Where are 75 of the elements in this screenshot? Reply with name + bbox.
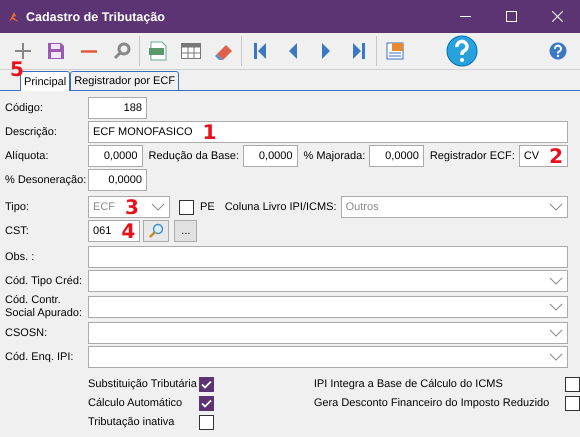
field-label: Cód. Tipo Créd: (5, 274, 84, 288)
minus-icon (80, 50, 98, 52)
more-button[interactable]: ... (174, 220, 198, 242)
checkmark-icon (200, 398, 212, 408)
field-label: Registrador ECF: (430, 150, 515, 162)
input-field[interactable]: 061 4 (88, 220, 140, 242)
checkbox-label: Cálculo Automático (88, 397, 182, 409)
chevron-down-icon (549, 353, 563, 361)
text-file-icon (148, 41, 166, 61)
chevron-down-icon (549, 303, 563, 311)
input-field[interactable]: CV 2 (518, 145, 568, 167)
input-field[interactable]: 0,0000 (88, 169, 147, 191)
chevron-down-icon (549, 203, 563, 211)
tab[interactable]: Registrador por ECF (70, 71, 180, 90)
chevron-down-icon (549, 277, 563, 285)
next-icon (320, 42, 332, 60)
checkmark-icon (200, 380, 212, 388)
annotation-number: 4 (121, 221, 136, 241)
previous-icon (286, 42, 298, 60)
checkbox-label: Gera Desconto Financeiro do Imposto Reduzido (314, 397, 550, 409)
search-button[interactable] (143, 220, 170, 242)
window-title: Cadastro de Tributação (26, 10, 166, 24)
app-logo-icon (8, 10, 20, 22)
chevron-down-icon (151, 203, 165, 211)
log-icon (386, 42, 404, 60)
field-label: Descrição: (5, 126, 58, 138)
maximize-icon (506, 11, 516, 22)
field-label: PE (200, 201, 215, 213)
checkbox[interactable] (565, 376, 580, 392)
input-field[interactable]: 0,0000 (88, 145, 143, 167)
field-label: Coluna Livro IPI/ICMS: (224, 201, 337, 213)
field-label: Cód. Contr. Social Apurado: (5, 294, 84, 320)
field-label: Redução da Base: (148, 150, 240, 162)
input-field[interactable]: 188 (88, 97, 147, 119)
dropdown[interactable] (88, 296, 568, 318)
field-label: Código: (5, 102, 44, 114)
input-field[interactable] (88, 246, 568, 268)
last-icon (352, 42, 366, 60)
annotation-number: 2 (549, 146, 564, 166)
magnifier-icon (148, 223, 164, 239)
field-label: Cód. Enq. IPI: (5, 350, 74, 364)
annotation-number: 1 (202, 122, 217, 142)
checkbox[interactable] (198, 376, 214, 392)
close-icon (552, 11, 562, 22)
checkbox-label: Substituição Tributária (88, 378, 197, 390)
checkbox-label: IPI Integra a Base de Cálculo do ICMS (314, 378, 503, 390)
checkbox[interactable] (565, 396, 580, 410)
help-icon (548, 42, 566, 60)
help-icon (446, 35, 478, 67)
field-label: Obs. : (5, 251, 36, 263)
search-icon (112, 42, 130, 60)
field-label: Alíquota: (5, 150, 50, 162)
dropdown[interactable] (88, 322, 568, 344)
chevron-down-icon (549, 329, 563, 337)
save-icon (46, 42, 64, 60)
checkbox[interactable] (198, 414, 214, 430)
input-field[interactable]: ECF MONOFASICO 1 (88, 121, 568, 143)
dropdown[interactable] (88, 270, 568, 292)
checkbox-label: Tributação inativa (88, 416, 174, 428)
first-icon (252, 42, 266, 60)
dropdown[interactable] (88, 346, 568, 368)
table-icon (180, 43, 200, 59)
annotation-number: 3 (125, 197, 139, 217)
eraser-icon (214, 42, 234, 60)
checkbox[interactable] (198, 396, 214, 410)
input-field[interactable]: 0,0000 (369, 145, 424, 167)
field-label: CSOSN: (5, 326, 48, 340)
field-label: % Majorada: (304, 150, 366, 162)
input-field[interactable]: 0,0000 (243, 145, 298, 167)
field-label: % Desoneração: (5, 174, 88, 186)
field-label: CST: (5, 225, 30, 237)
minimize-icon (460, 16, 470, 18)
field-label: Tipo: (5, 201, 30, 213)
checkbox[interactable] (179, 200, 194, 214)
plus-icon (14, 42, 32, 60)
